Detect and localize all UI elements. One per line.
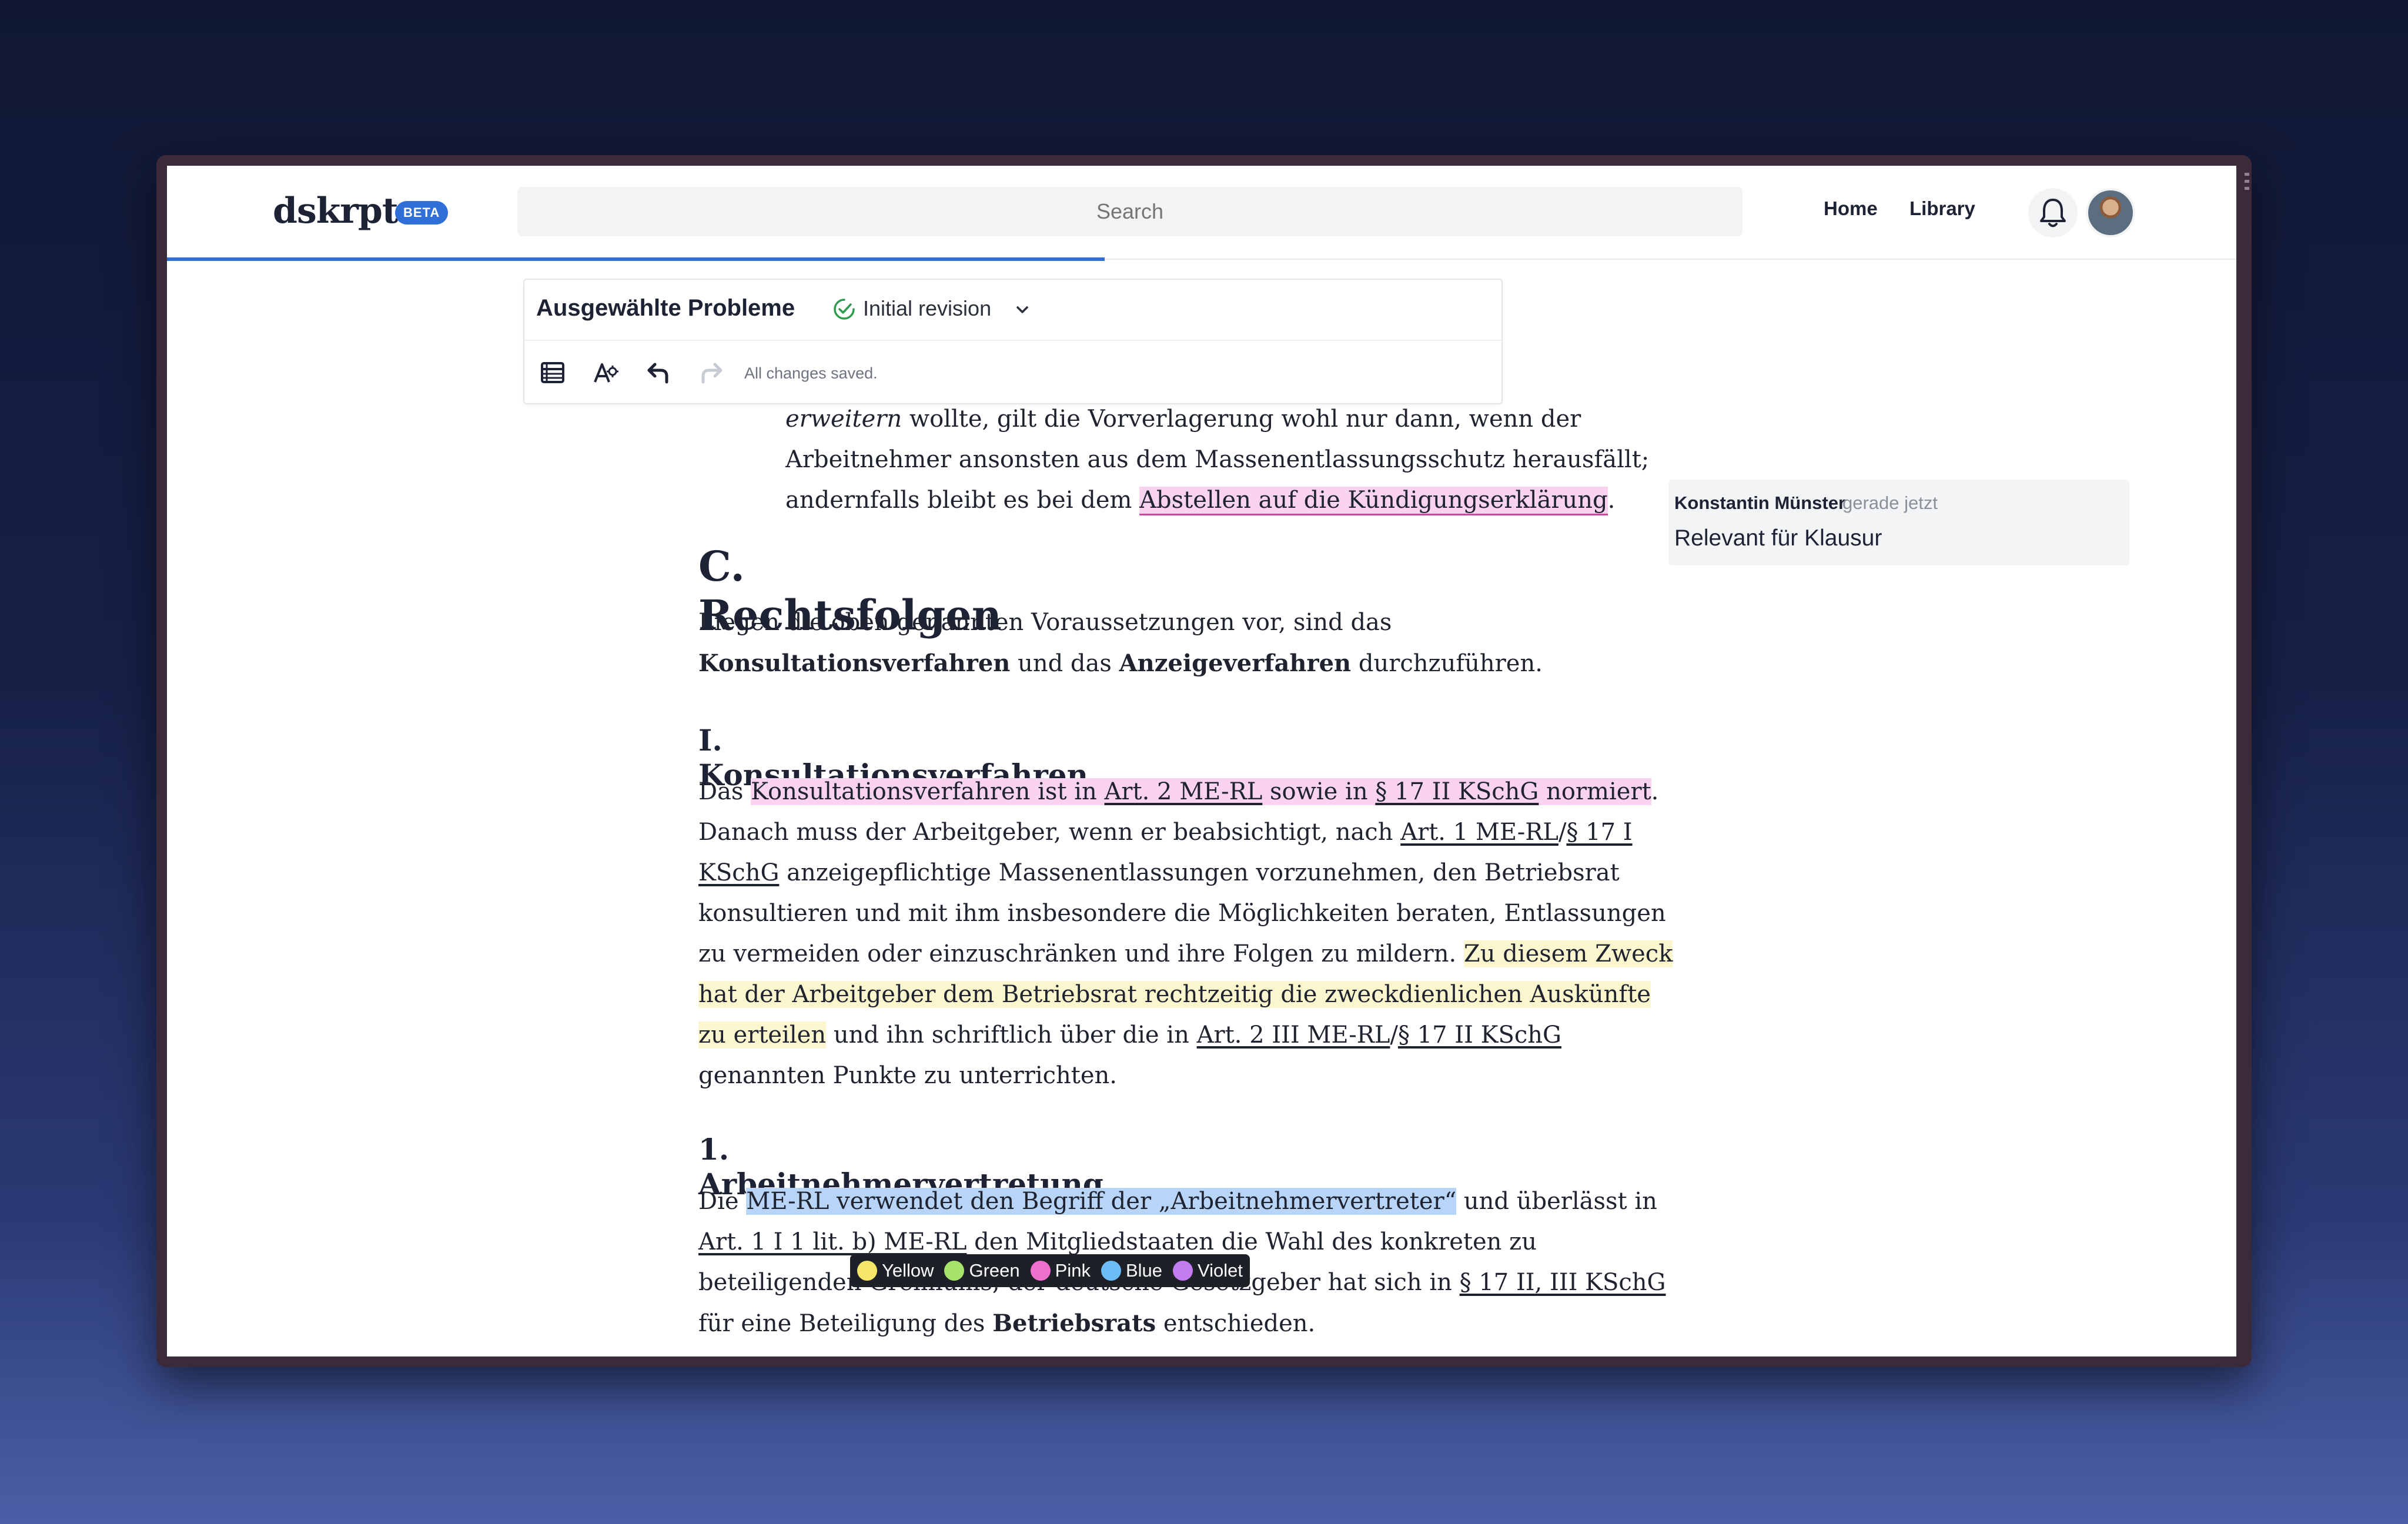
color-label: Yellow [882,1260,934,1281]
highlight-violet-button[interactable]: Violet [1173,1260,1243,1281]
text-run: und überlässt in [1456,1188,1657,1215]
yellow-highlight[interactable]: zu erteilen [698,1021,827,1049]
paragraph-line: Arbeitnehmer ansonsten aus dem Massenent… [785,446,1650,473]
law-link[interactable]: KSchG [698,859,779,886]
paragraph-line: Die ME-RL verwendet den Begriff der „Arb… [698,1181,1657,1222]
text-run: Die [698,1188,747,1215]
app-window: dskrpt BETA Home Library Ausgewählte Pro… [156,155,2252,1367]
redo-icon[interactable] [697,359,725,387]
search-input[interactable] [517,187,1743,236]
text-run: entschieden. [1156,1310,1316,1337]
yellow-highlight[interactable]: hat der Arbeitgeber dem Betriebsrat rech… [698,981,1651,1008]
save-status: All changes saved. [744,364,878,382]
app-logo[interactable]: dskrpt [273,190,399,232]
user-avatar[interactable] [2086,188,2135,237]
paragraph-line: zu erteilen und ihn schriftlich über die… [698,1015,1561,1056]
app-screen: dskrpt BETA Home Library Ausgewählte Pro… [167,166,2236,1356]
color-dot [1101,1261,1121,1281]
bold-text: Betriebsrats [992,1309,1156,1337]
bold-text: Konsultationsverfahren [698,649,1011,677]
pink-highlight[interactable]: Konsultationsverfahren ist in Art. 2 ME-… [751,778,1651,805]
text-run: / [1558,819,1567,846]
text-run: den Mitgliedstaaten die Wahl des konkret… [966,1228,1537,1255]
law-link[interactable]: Art. 2 ME-RL [1105,778,1263,805]
text-run: durchzuführen. [1351,650,1543,677]
color-label: Pink [1055,1260,1091,1281]
highlight-yellow-button[interactable]: Yellow [857,1260,934,1281]
text-run: sowie in [1262,778,1376,805]
document-title[interactable]: Ausgewählte Probleme [536,295,795,321]
text-run: zu vermeiden oder einzuschränken und ihr… [698,940,1464,967]
law-link[interactable]: § 17 II KSchG [1375,778,1539,805]
paragraph-line: Konsultationsverfahren und das Anzeigeve… [698,643,1543,685]
text-run: wollte, gilt die Vorverlagerung wohl nur… [902,406,1581,433]
law-link[interactable]: Art. 1 I 1 lit. b) ME-RL [698,1228,966,1255]
text-run: . [1651,778,1659,805]
law-link[interactable]: § 17 II KSchG [1398,1021,1561,1049]
law-link[interactable]: § 17 I [1566,819,1632,846]
nav-library-link[interactable]: Library [1909,197,1975,220]
comment-card[interactable]: Konstantin Münster gerade jetzt Relevant… [1668,480,2129,565]
revision-check-icon [834,299,855,320]
text-run: normiert [1539,778,1651,805]
color-label: Violet [1198,1260,1243,1281]
highlight-green-button[interactable]: Green [944,1260,1020,1281]
notifications-button[interactable] [2028,188,2078,237]
beta-badge: BETA [395,201,449,225]
italic-text: erweitern [785,406,902,433]
color-dot [944,1261,965,1281]
editor-toolbar-panel: Ausgewählte Probleme Initial revision Al… [523,279,1503,404]
bell-icon [2040,199,2066,227]
highlight-pink-button[interactable]: Pink [1030,1260,1091,1281]
paragraph-line: Liegen die oben genannten Voraussetzunge… [698,609,1392,636]
text-run: / [1390,1021,1398,1049]
paragraph-line: Das Konsultationsverfahren ist in Art. 2… [698,772,1658,813]
panel-divider [524,340,1501,341]
law-link[interactable]: Art. 1 ME-RL [1400,819,1558,846]
commented-highlight[interactable]: Abstellen auf die Kündigungserklärung [1139,487,1608,515]
yellow-highlight[interactable]: Zu diesem Zweck [1463,940,1673,967]
paragraph-line: zu vermeiden oder einzuschränken und ihr… [698,934,1673,975]
table-of-contents-icon[interactable] [539,359,567,387]
page-progress-bar [167,257,1105,261]
top-header: dskrpt BETA Home Library [167,166,2236,261]
text-run: und ihn schriftlich über die in [826,1021,1197,1049]
text-run: Das [698,778,751,805]
text-run: Danach muss der Arbeitgeber, wenn er bea… [698,819,1401,846]
color-dot [1173,1261,1193,1281]
bold-text: Anzeigeverfahren [1119,649,1352,677]
window-resize-handle[interactable] [2245,173,2249,194]
text-run: und das [1010,650,1119,677]
text-format-icon[interactable] [591,359,620,387]
undo-icon[interactable] [644,359,673,387]
highlight-blue-button[interactable]: Blue [1101,1260,1162,1281]
paragraph-line: erweitern wollte, gilt die Vorverlagerun… [785,399,1581,440]
text-run: für eine Beteiligung des [698,1310,993,1337]
law-link[interactable]: § 17 II, III KSchG [1460,1269,1666,1296]
paragraph-line: KSchG anzeigepflichtige Massenentlassung… [698,853,1620,894]
text-run: . [1607,487,1616,514]
law-link[interactable]: Art. 2 III ME-RL [1197,1021,1390,1049]
highlight-color-picker: Yellow Green Pink Blue Violet [850,1254,1250,1287]
color-dot [857,1261,877,1281]
comment-text: Relevant für Klausur [1674,525,1882,551]
nav-home-link[interactable]: Home [1824,197,1878,220]
revision-selector[interactable]: Initial revision [863,296,991,321]
paragraph-line: andernfalls bleibt es bei dem Abstellen … [785,480,1615,521]
text-run: andernfalls bleibt es bei dem [785,487,1140,514]
paragraph-line: genannten Punkte zu unterrichten. [698,1062,1118,1089]
text-run: Konsultationsverfahren ist in [751,778,1105,805]
comment-author: Konstantin Münster [1674,493,1846,513]
paragraph-line: konsultieren und mit ihm insbesondere di… [698,900,1666,927]
text-run: anzeigepflichtige Massenentlassungen vor… [779,859,1620,886]
color-label: Blue [1125,1260,1163,1281]
color-label: Green [969,1260,1020,1281]
color-dot [1030,1261,1051,1281]
text-selection[interactable]: ME-RL verwendet den Begriff der „Arbeitn… [746,1188,1457,1215]
comment-timestamp: gerade jetzt [1842,493,1938,513]
chevron-down-icon[interactable] [1015,302,1030,317]
paragraph-line: hat der Arbeitgeber dem Betriebsrat rech… [698,974,1651,1016]
paragraph-line: Danach muss der Arbeitgeber, wenn er bea… [698,812,1633,853]
paragraph-line: für eine Beteiligung des Betriebsrats en… [698,1303,1315,1345]
